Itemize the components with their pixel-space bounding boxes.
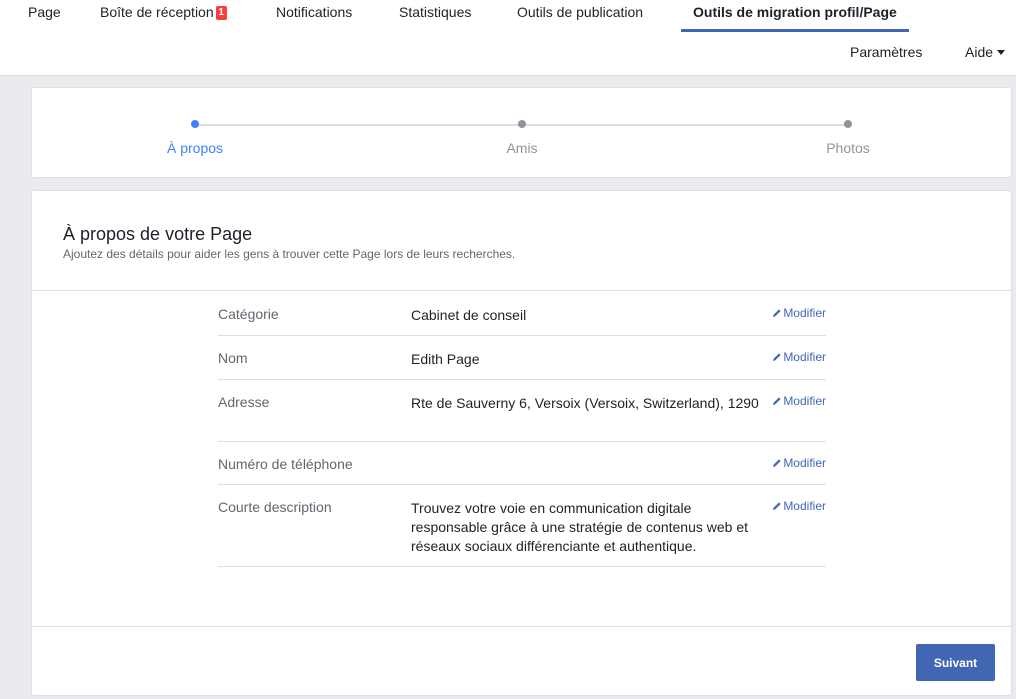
about-details-list: Catégorie Cabinet de conseil Modifier No… bbox=[218, 292, 826, 567]
tab-publishing-tools[interactable]: Outils de publication bbox=[517, 0, 643, 32]
settings-link[interactable]: Paramètres bbox=[850, 44, 922, 60]
edit-description-link[interactable]: Modifier bbox=[772, 499, 826, 513]
tab-label: Notifications bbox=[276, 4, 353, 20]
top-navigation-bar: Page Boîte de réception 1 Notifications S… bbox=[0, 0, 1016, 76]
section-title: À propos de votre Page bbox=[63, 224, 253, 244]
row-label: Catégorie bbox=[218, 306, 279, 322]
caret-down-icon bbox=[997, 50, 1006, 55]
pencil-icon bbox=[773, 502, 781, 510]
next-button[interactable]: Suivant bbox=[916, 644, 995, 681]
step-connector bbox=[522, 124, 848, 126]
row-label: Nom bbox=[218, 350, 248, 366]
tab-label: Page bbox=[28, 4, 61, 20]
edit-label: Modifier bbox=[783, 394, 826, 408]
tab-label: Statistiques bbox=[399, 4, 472, 20]
help-menu[interactable]: Aide bbox=[965, 44, 1006, 60]
pencil-icon bbox=[773, 309, 781, 317]
row-label: Numéro de téléphone bbox=[218, 456, 353, 472]
tab-notifications[interactable]: Notifications bbox=[276, 0, 352, 32]
edit-label: Modifier bbox=[783, 499, 826, 513]
step-label-about: À propos bbox=[166, 140, 224, 156]
step-dot-friends bbox=[518, 120, 526, 128]
detail-row-address: Adresse Rte de Sauverny 6, Versoix (Vers… bbox=[218, 380, 826, 442]
edit-label: Modifier bbox=[783, 306, 826, 320]
row-value: Edith Page bbox=[411, 351, 480, 367]
tab-label: Outils de migration profil/Page bbox=[693, 4, 897, 20]
step-dot-about bbox=[191, 120, 199, 128]
edit-category-link[interactable]: Modifier bbox=[772, 306, 826, 320]
row-value: Rte de Sauverny 6, Versoix (Versoix, Swi… bbox=[411, 395, 759, 411]
edit-phone-link[interactable]: Modifier bbox=[772, 456, 826, 470]
tab-inbox[interactable]: Boîte de réception 1 bbox=[100, 0, 227, 32]
edit-name-link[interactable]: Modifier bbox=[772, 350, 826, 364]
inbox-count-badge: 1 bbox=[215, 6, 227, 20]
pencil-icon bbox=[773, 459, 781, 467]
tab-page[interactable]: Page bbox=[28, 0, 61, 32]
row-value: Cabinet de conseil bbox=[411, 307, 527, 323]
help-label: Aide bbox=[965, 44, 994, 60]
header-divider bbox=[32, 290, 1011, 291]
step-connector bbox=[195, 124, 522, 126]
about-page-card: À propos de votre Page Ajoutez des détai… bbox=[31, 190, 1012, 696]
detail-row-phone: Numéro de téléphone Modifier bbox=[218, 442, 826, 485]
row-label: Adresse bbox=[218, 394, 270, 410]
step-label-friends: Amis bbox=[506, 140, 538, 156]
tab-label: Outils de publication bbox=[517, 4, 644, 20]
tab-profile-page-migration-tools[interactable]: Outils de migration profil/Page bbox=[681, 0, 909, 32]
edit-label: Modifier bbox=[783, 456, 826, 470]
tab-statistics[interactable]: Statistiques bbox=[399, 0, 471, 32]
pencil-icon bbox=[773, 397, 781, 405]
footer-divider bbox=[32, 626, 1011, 627]
detail-row-category: Catégorie Cabinet de conseil Modifier bbox=[218, 292, 826, 336]
row-value: Trouvez votre voie en communication digi… bbox=[411, 500, 749, 554]
active-tab-indicator bbox=[681, 29, 909, 32]
progress-steps-card: À propos Amis Photos bbox=[31, 87, 1012, 178]
step-dot-photos bbox=[844, 120, 852, 128]
edit-label: Modifier bbox=[783, 350, 826, 364]
edit-address-link[interactable]: Modifier bbox=[772, 394, 826, 408]
detail-row-short-description: Courte description Trouvez votre voie en… bbox=[218, 485, 826, 567]
detail-row-name: Nom Edith Page Modifier bbox=[218, 336, 826, 380]
pencil-icon bbox=[773, 353, 781, 361]
step-label-photos: Photos bbox=[826, 140, 870, 156]
tab-label: Boîte de réception bbox=[100, 4, 214, 20]
section-subtitle: Ajoutez des détails pour aider les gens … bbox=[63, 247, 516, 261]
row-label: Courte description bbox=[218, 499, 332, 515]
